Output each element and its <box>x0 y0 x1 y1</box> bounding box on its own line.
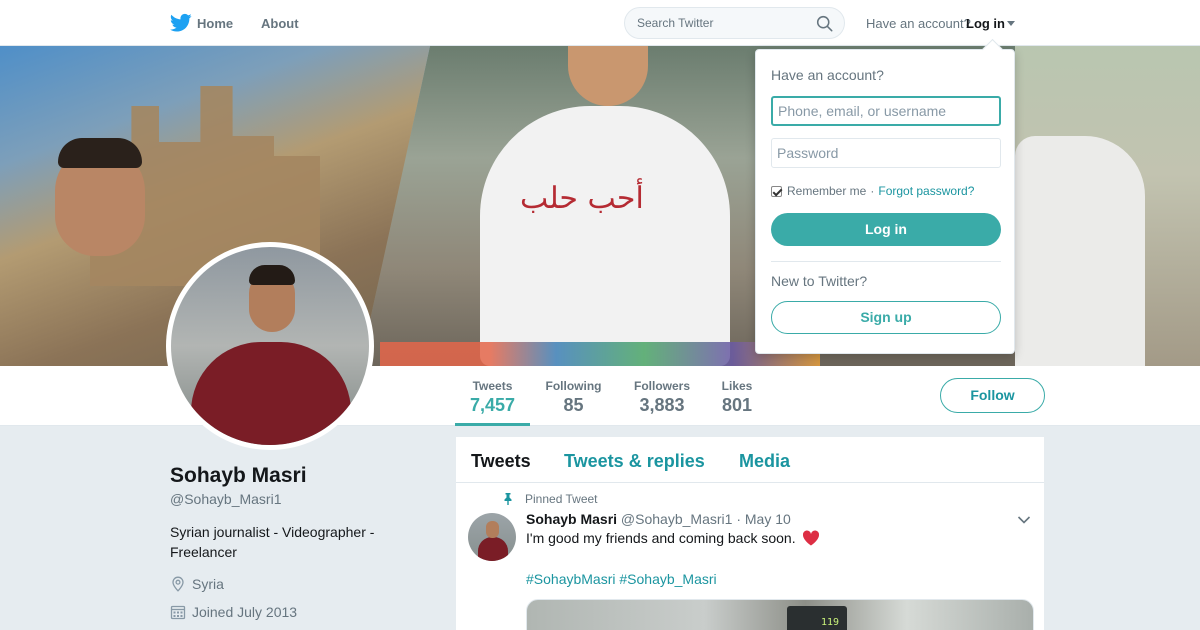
tweet-timeline: Tweets Tweets & replies Media Pinned Twe… <box>456 437 1044 630</box>
forgot-password-link[interactable]: Forgot password? <box>878 184 974 198</box>
tweet-avatar-sweater <box>478 537 508 561</box>
pinned-tweet-label: Pinned Tweet <box>502 492 598 506</box>
pin-icon <box>504 493 512 505</box>
profile-joined: Joined July 2013 <box>170 604 297 620</box>
remember-me-row: Remember me · Forgot password? <box>771 184 974 198</box>
username-field[interactable] <box>771 96 1001 126</box>
tweet-author-avatar[interactable] <box>468 513 516 561</box>
red-heart-emoji-icon <box>802 530 819 546</box>
login-button[interactable]: Log in <box>771 213 1001 246</box>
tweet-text: I'm good my friends and coming back soon… <box>526 530 820 546</box>
tweet-text-content: I'm good my friends and coming back soon… <box>526 530 796 546</box>
tab-media[interactable]: Media <box>739 451 790 472</box>
stat-followers[interactable]: Followers 3,883 <box>628 366 696 426</box>
profile-handle[interactable]: @Sohayb_Masri1 <box>170 491 282 507</box>
nav-about-link[interactable]: About <box>261 16 299 31</box>
tweet-avatar-head <box>486 521 499 538</box>
joined-text: Joined July 2013 <box>192 604 298 620</box>
stat-label: Tweets <box>472 379 513 393</box>
banner-tshirt <box>480 106 730 366</box>
stat-value: 3,883 <box>639 395 685 415</box>
tweet-media-image[interactable]: 119 <box>526 599 1034 630</box>
tweet-hashtags[interactable]: #SohaybMasri #Sohayb_Masri <box>526 571 717 587</box>
signup-button[interactable]: Sign up <box>771 301 1001 334</box>
stat-label: Followers <box>633 379 690 393</box>
tweet-date[interactable]: May 10 <box>745 511 791 527</box>
follow-button[interactable]: Follow <box>940 378 1045 413</box>
stat-likes[interactable]: Likes 801 <box>715 366 759 426</box>
remember-separator: · <box>870 184 875 198</box>
chevron-down-icon[interactable] <box>1017 515 1031 525</box>
login-toggle-label: Log in <box>966 16 1005 31</box>
banner-color-letters <box>380 342 820 366</box>
location-pin-icon <box>172 576 184 592</box>
search-box <box>624 7 845 39</box>
login-dropdown: Have an account? Remember me · Forgot pa… <box>755 49 1015 354</box>
stat-label: Following <box>545 379 602 393</box>
location-text: Syria <box>192 576 224 592</box>
login-dropdown-toggle[interactable]: Log in <box>966 16 1015 31</box>
caret-down-icon <box>1007 21 1015 26</box>
have-account-text: Have an account? <box>866 16 971 31</box>
profile-location: Syria <box>170 576 224 592</box>
nav-home-link[interactable]: Home <box>197 16 233 31</box>
banner-selfie-hair <box>58 138 142 168</box>
tweet-author-handle[interactable]: @Sohayb_Masri1 <box>621 511 733 527</box>
remember-me-checkbox[interactable] <box>771 185 782 197</box>
avatar-sweater <box>191 342 351 445</box>
profile-avatar[interactable] <box>171 247 369 445</box>
password-field[interactable] <box>771 138 1001 168</box>
search-icon[interactable] <box>816 15 833 32</box>
dropdown-divider <box>771 261 1001 262</box>
remember-me-label[interactable]: Remember me <box>787 184 866 198</box>
stat-tweets[interactable]: Tweets 7,457 <box>455 366 530 426</box>
stat-value: 85 <box>563 395 584 415</box>
stat-value: 7,457 <box>469 395 516 415</box>
timeline-tabs: Tweets Tweets & replies Media <box>456 437 1044 483</box>
stat-label: Likes <box>721 379 753 393</box>
tab-tweets[interactable]: Tweets <box>471 451 531 472</box>
tab-tweets-and-replies[interactable]: Tweets & replies <box>564 451 705 472</box>
pinned-label-text: Pinned Tweet <box>525 492 598 506</box>
banner-shirt-text: أحب حلب <box>520 181 644 216</box>
top-navigation-bar: Home About Have an account? Log in <box>0 0 1200 46</box>
stat-following[interactable]: Following 85 <box>540 366 607 426</box>
tweet-separator: · <box>736 511 741 527</box>
stat-value: 801 <box>721 395 753 415</box>
calendar-icon <box>170 605 186 620</box>
media-monitor-reading: 119 <box>821 617 840 628</box>
login-dropdown-title: Have an account? <box>771 67 884 83</box>
profile-name[interactable]: Sohayb Masri <box>170 464 307 488</box>
avatar-hair <box>249 265 295 285</box>
profile-bio: Syrian journalist - Videographer - Freel… <box>170 524 375 560</box>
search-input[interactable] <box>625 8 805 38</box>
banner-tshirt-right <box>1015 136 1145 366</box>
tweet-author-name[interactable]: Sohayb Masri <box>526 511 617 527</box>
new-to-twitter-text: New to Twitter? <box>771 273 868 289</box>
tweet-header: Sohayb Masri @Sohayb_Masri1 · May 10 <box>526 511 791 527</box>
twitter-bird-logo-icon[interactable] <box>170 13 192 33</box>
